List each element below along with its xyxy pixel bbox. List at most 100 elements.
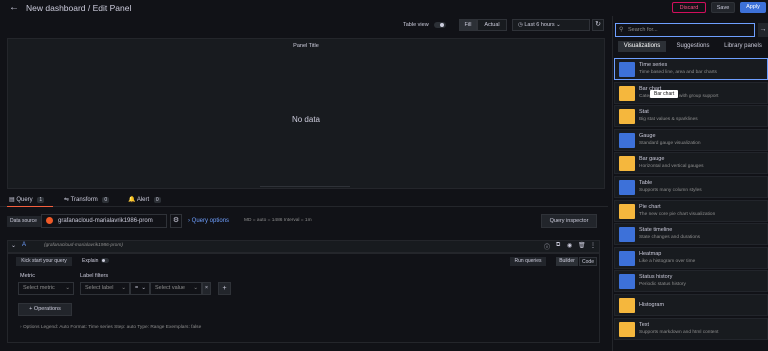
- plus-icon: +: [29, 306, 33, 312]
- options-summary[interactable]: › Options Legend: Auto Format: Time seri…: [20, 325, 201, 330]
- visualization-description: State changes and durations: [639, 235, 701, 241]
- visualization-description: Standard gauge visualization: [639, 140, 701, 146]
- tab-visualizations[interactable]: Visualizations: [618, 41, 666, 52]
- tab-transform-label: Transform: [70, 197, 98, 203]
- time-range-label: Last 6 hours: [524, 22, 555, 28]
- builder-mode-button[interactable]: Builder: [556, 257, 578, 266]
- visualization-description: Time based line, area and bar charts: [639, 70, 717, 75]
- query-options-label: Query options: [191, 218, 230, 224]
- visualization-item[interactable]: Bar gauge Horizontal and vertical gauges: [614, 152, 768, 175]
- label-select-value: Select label: [85, 285, 114, 291]
- duplicate-icon[interactable]: ⧉: [556, 242, 560, 249]
- value-select[interactable]: Select value ⌄: [150, 282, 202, 295]
- visualization-name: Text: [639, 321, 650, 328]
- query-options-toggle[interactable]: › Query options: [188, 218, 229, 224]
- datasource-settings-icon[interactable]: ⚙: [170, 214, 182, 228]
- visualization-thumbnail-icon: [619, 321, 635, 337]
- table-view-toggle[interactable]: [434, 22, 446, 28]
- operator-select[interactable]: = ⌄: [130, 282, 150, 295]
- save-button[interactable]: Save: [711, 2, 735, 13]
- label-filters-label: Label filters: [80, 273, 109, 279]
- visualization-item[interactable]: Histogram: [614, 294, 768, 316]
- discard-button[interactable]: Discard: [672, 2, 706, 13]
- clock-icon: ◷: [518, 22, 523, 28]
- help-icon[interactable]: ⓘ: [544, 242, 550, 251]
- time-range-picker[interactable]: ◷ Last 6 hours ⌄: [512, 19, 590, 31]
- run-queries-button[interactable]: Run queries: [510, 257, 546, 266]
- active-tab-underline: [7, 206, 53, 207]
- pane-splitter[interactable]: [260, 186, 350, 187]
- visualization-name: Heatmap: [639, 250, 662, 257]
- table-view-label: Table view: [403, 22, 429, 28]
- operations-button[interactable]: + Operations: [18, 303, 72, 316]
- page-title: New dashboard / Edit Panel: [26, 3, 132, 13]
- collapse-chevron-icon[interactable]: ⌄: [11, 242, 16, 249]
- visualization-item[interactable]: State timeline State changes and duration…: [614, 223, 768, 246]
- visualization-description: Supports markdown and html content: [639, 329, 719, 335]
- metric-select-value: Select metric: [23, 285, 55, 291]
- visualization-name: Bar gauge: [639, 156, 665, 163]
- visualization-item[interactable]: Time series Time based line, area and bar…: [614, 58, 768, 80]
- tab-transform[interactable]: ⇋ Transform 0: [64, 196, 110, 203]
- tab-alert-count: 0: [153, 197, 161, 203]
- visualization-item[interactable]: Bar chart Categorical charts with group s…: [614, 81, 768, 104]
- visualization-thumbnail-icon: [619, 156, 635, 172]
- tab-query-label: Query: [16, 197, 33, 203]
- query-ref-id[interactable]: A: [22, 242, 26, 248]
- back-arrow-icon[interactable]: ←: [9, 2, 19, 13]
- explain-toggle[interactable]: [101, 258, 109, 263]
- database-icon: ▤: [9, 197, 15, 203]
- tab-alert-label: Alert: [136, 197, 150, 203]
- close-sidebar-icon[interactable]: →: [758, 23, 768, 37]
- add-filter-icon[interactable]: +: [218, 282, 231, 295]
- visualization-name: Status history: [639, 274, 673, 281]
- apply-button[interactable]: Apply: [740, 2, 766, 13]
- tab-suggestions[interactable]: Suggestions: [670, 41, 716, 52]
- chevron-right-icon: ›: [20, 325, 22, 330]
- visualization-description: Like a histogram over time: [639, 258, 696, 264]
- visualization-item[interactable]: Status history Periodic status history: [614, 270, 768, 293]
- kick-start-button[interactable]: Kick start your query: [16, 257, 72, 266]
- search-input[interactable]: Search for...: [615, 23, 755, 37]
- visualization-name: Histogram: [639, 302, 665, 308]
- metric-label: Metric: [20, 273, 35, 279]
- refresh-icon[interactable]: ↻: [592, 19, 604, 31]
- chevron-right-icon: ›: [188, 218, 190, 224]
- visualization-description: Periodic status history: [639, 282, 686, 288]
- label-select[interactable]: Select label ⌄: [80, 282, 130, 295]
- visualization-description: Big stat values & sparklines: [639, 117, 698, 123]
- visualization-item[interactable]: Stat Big stat values & sparklines: [614, 105, 768, 128]
- actual-button[interactable]: Actual: [477, 19, 507, 31]
- tab-query[interactable]: ▤ Query 1: [9, 196, 45, 203]
- metric-select[interactable]: Select metric ⌄: [18, 282, 74, 295]
- remove-filter-icon[interactable]: ×: [202, 282, 211, 295]
- visualization-item[interactable]: Text Supports markdown and html content: [614, 317, 768, 340]
- visualization-item[interactable]: Table Supports many column styles: [614, 176, 768, 198]
- visualization-item[interactable]: Pie chart The new core pie chart visualiz…: [614, 199, 768, 222]
- visualization-item[interactable]: Heatmap Like a histogram over time: [614, 246, 768, 269]
- panel-preview: Panel Title No data: [7, 38, 605, 189]
- visualization-description: Horizontal and vertical gauges: [639, 164, 704, 170]
- eye-icon[interactable]: ◉: [567, 242, 572, 249]
- visualization-name: Stat: [639, 109, 649, 116]
- visualization-item[interactable]: Gauge Standard gauge visualization: [614, 128, 768, 151]
- tab-alert[interactable]: 🔔 Alert 0: [128, 196, 161, 203]
- query-inspector-button[interactable]: Query inspector: [541, 214, 597, 228]
- delete-icon[interactable]: 🗑: [578, 242, 586, 249]
- bell-icon: 🔔: [128, 197, 136, 203]
- tab-library-panels[interactable]: Library panels: [718, 41, 768, 52]
- prometheus-logo-icon: [46, 217, 53, 224]
- no-data-message: No data: [291, 115, 321, 124]
- chevron-down-icon: ⌄: [121, 285, 126, 291]
- operations-label: Operations: [33, 306, 61, 312]
- data-source-picker[interactable]: grafanacloud-marialavrik1986-prom: [41, 214, 167, 228]
- fill-button[interactable]: Fill: [459, 19, 477, 31]
- chevron-down-icon: ⌄: [65, 285, 70, 291]
- visualization-thumbnail-icon: [619, 298, 635, 313]
- drag-handle-icon[interactable]: ⋮: [590, 242, 596, 249]
- visualization-name: Gauge: [639, 132, 656, 139]
- visualization-name: Table: [639, 180, 653, 186]
- transform-icon: ⇋: [64, 197, 70, 203]
- visualization-description: Supports many column styles: [639, 188, 702, 193]
- code-mode-button[interactable]: Code: [579, 257, 597, 266]
